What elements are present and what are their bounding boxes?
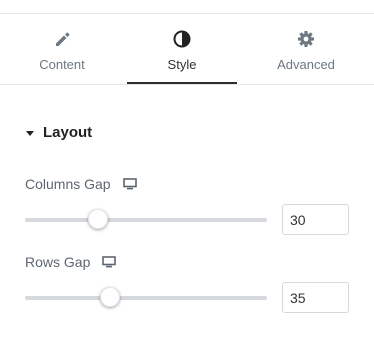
slider-handle[interactable] [87, 209, 108, 229]
gear-icon [251, 30, 361, 48]
tab-style-label: Style [167, 57, 197, 72]
desktop-icon[interactable] [102, 256, 117, 268]
editor-tabs: Content Style Advanced [0, 14, 374, 85]
tab-advanced[interactable]: Advanced [251, 14, 361, 85]
tab-content-label: Content [39, 57, 85, 72]
slider-track [25, 296, 267, 300]
section-title: Layout [43, 124, 93, 141]
columns-gap-label: Columns Gap [25, 176, 111, 192]
columns-gap-slider[interactable] [25, 208, 267, 232]
section-layout-toggle[interactable]: Layout [26, 124, 92, 141]
tab-content[interactable]: Content [7, 14, 117, 85]
rows-gap-slider[interactable] [25, 286, 267, 310]
caret-down-icon [26, 130, 34, 136]
columns-gap-label-row: Columns Gap [25, 176, 137, 192]
slider-handle[interactable] [99, 287, 120, 307]
pencil-icon [7, 30, 117, 48]
slider-track [25, 218, 267, 222]
tab-advanced-label: Advanced [277, 57, 335, 72]
tab-style[interactable]: Style [127, 14, 237, 85]
columns-gap-input[interactable] [282, 204, 349, 235]
rows-gap-label-row: Rows Gap [25, 254, 117, 270]
desktop-icon[interactable] [122, 178, 137, 190]
tabs-divider [0, 84, 374, 85]
rows-gap-input[interactable] [282, 282, 349, 313]
half-circle-icon [127, 30, 237, 48]
rows-gap-label: Rows Gap [25, 254, 91, 270]
